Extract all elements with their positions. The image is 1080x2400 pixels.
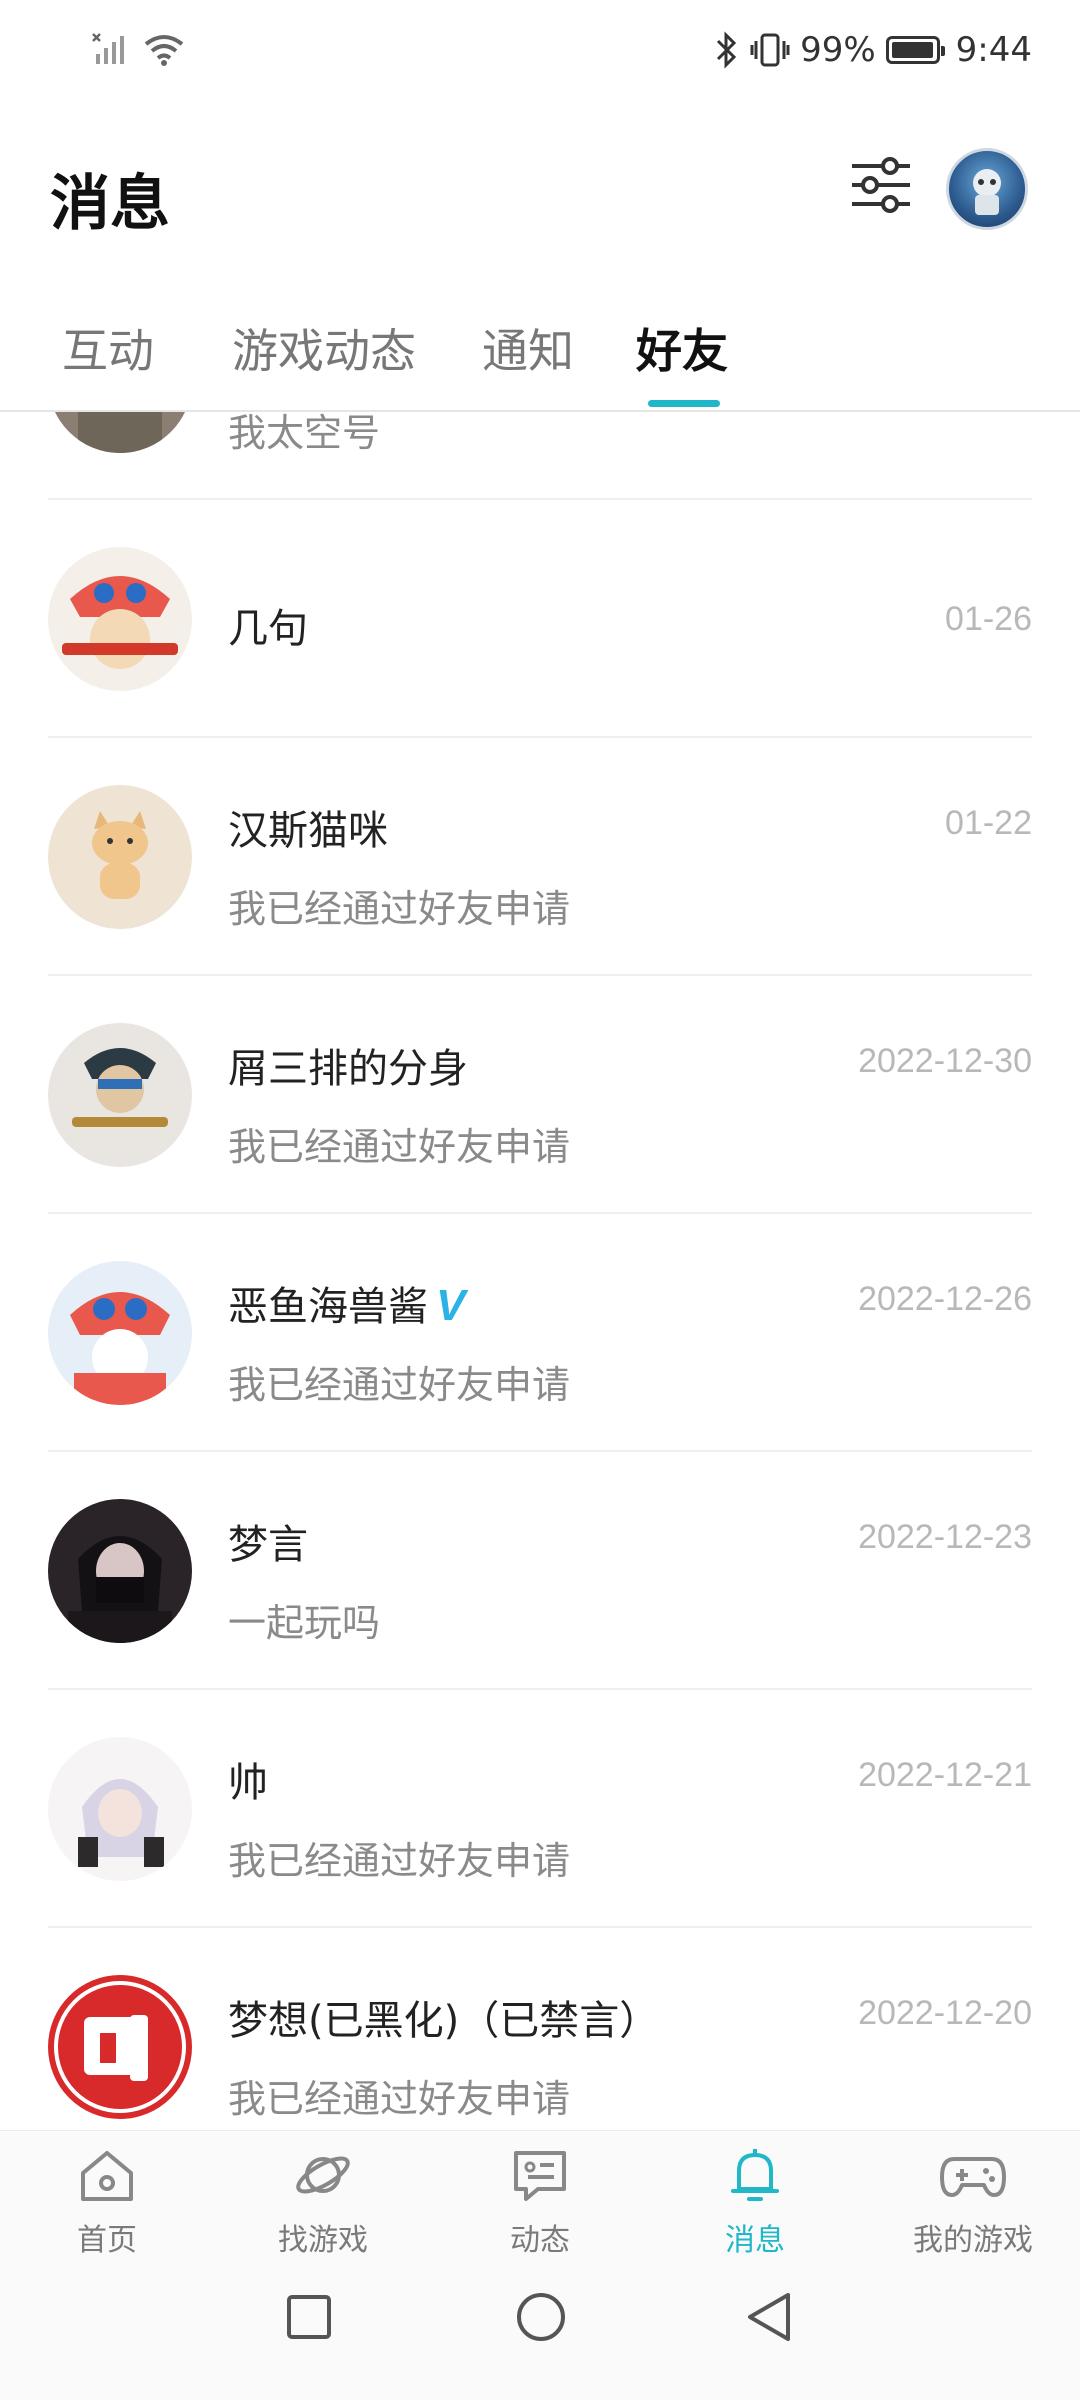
message-tabs: 互动 游戏动态 通知 好友 [0, 290, 1080, 412]
timestamp: 2022-12-26 [858, 1280, 1032, 1318]
avatar [48, 1975, 192, 2119]
nav-find-games-label: 找游戏 [278, 2223, 368, 2258]
nav-home-label: 首页 [77, 2223, 137, 2258]
verified-badge-icon: V [436, 1281, 466, 1330]
planet-icon [296, 2156, 350, 2194]
no-sim-signal-icon [92, 33, 124, 64]
bluetooth-icon [717, 31, 737, 69]
contact-name: 帅 [228, 1760, 268, 1806]
message-preview: 一起玩吗 [228, 1601, 381, 1645]
contact-name: 恶鱼海兽酱 V [228, 1274, 465, 1332]
system-navigation-bar [0, 2280, 1080, 2400]
avatar [48, 1499, 192, 1643]
avatar [48, 1023, 192, 1167]
list-item[interactable]: 帅 我已经通过好友申请 2022-12-21 [0, 1690, 1080, 1928]
contact-name: 汉斯猫咪 [228, 808, 388, 854]
vibrate-icon [750, 33, 790, 67]
nav-feed[interactable]: 动态 [455, 2143, 625, 2273]
avatar [48, 1261, 192, 1405]
nav-messages-label: 消息 [725, 2223, 785, 2258]
avatar [48, 785, 192, 929]
filter-button[interactable] [846, 150, 916, 220]
message-preview: 我已经通过好友申请 [228, 2077, 571, 2121]
list-item[interactable]: 梦想(已黑化)（已禁言） 我已经通过好友申请 2022-12-20 [0, 1928, 1080, 2130]
message-preview: 我已经通过好友申请 [228, 887, 571, 931]
tab-interaction[interactable]: 互动 [62, 315, 154, 381]
avatar [48, 547, 192, 691]
clock: 9:44 [955, 30, 1032, 70]
contact-name: 几句 [228, 606, 308, 652]
list-item[interactable]: 恶鱼海兽酱 V 我已经通过好友申请 2022-12-26 [0, 1214, 1080, 1452]
home-circle-icon[interactable] [514, 2290, 568, 2344]
status-right: 99% 9:44 [714, 30, 1032, 70]
timestamp: 2022-12-23 [858, 1518, 1032, 1556]
avatar [48, 412, 192, 453]
profile-avatar[interactable] [946, 148, 1028, 230]
timestamp: 2022-12-30 [858, 1042, 1032, 1080]
status-bar: 99% 9:44 [0, 0, 1080, 110]
timestamp: 01-26 [945, 600, 1032, 638]
list-item[interactable]: 梦言 一起玩吗 2022-12-23 [0, 1452, 1080, 1690]
timestamp: 01-22 [945, 804, 1032, 842]
tab-game-updates[interactable]: 游戏动态 [232, 315, 416, 381]
gamepad-icon [940, 2157, 1006, 2197]
message-preview: 我已经通过好友申请 [228, 1839, 571, 1883]
wifi-icon [144, 35, 184, 66]
message-preview: 我已经通过好友申请 [228, 1363, 571, 1407]
battery-icon [885, 36, 945, 64]
feed-icon [514, 2151, 566, 2201]
battery-level-fill [891, 42, 934, 58]
list-item[interactable]: 屑三排的分身 我已经通过好友申请 2022-12-30 [0, 976, 1080, 1214]
contact-name: 屑三排的分身 [228, 1046, 468, 1092]
page-title: 消息 [50, 169, 170, 239]
active-tab-indicator [648, 400, 720, 407]
tab-friends[interactable]: 好友 [636, 315, 728, 381]
contact-name: 梦想(已黑化)（已禁言） [228, 1998, 660, 2044]
list-item[interactable]: 汉斯猫咪 我已经通过好友申请 01-22 [0, 738, 1080, 976]
back-icon[interactable] [744, 2290, 794, 2344]
nav-home[interactable]: 首页 [22, 2143, 192, 2273]
list-item[interactable]: 几句 01-26 [0, 500, 1080, 738]
battery-percent: 99% [800, 30, 876, 70]
home-icon [81, 2151, 133, 2201]
nav-messages[interactable]: 消息 [670, 2143, 840, 2273]
timestamp: 2022-12-21 [858, 1756, 1032, 1794]
nav-find-games[interactable]: 找游戏 [238, 2143, 408, 2273]
app-header: 消息 [0, 110, 1080, 280]
nav-my-games-label: 我的游戏 [913, 2223, 1033, 2258]
nav-feed-label: 动态 [510, 2223, 570, 2258]
contact-name-text: 恶鱼海兽酱 [228, 1284, 428, 1330]
avatar [48, 1737, 192, 1881]
contact-name: 梦言 [228, 1522, 308, 1568]
bell-icon [731, 2149, 779, 2201]
sliders-icon [852, 157, 910, 213]
bottom-navigation: 首页 找游戏 动态 消息 我的游戏 [0, 2130, 1080, 2281]
recent-apps-icon[interactable] [284, 2292, 334, 2342]
message-preview: 我已经通过好友申请 [228, 1125, 571, 1169]
tab-notifications[interactable]: 通知 [482, 315, 574, 381]
avatar-image [973, 169, 1001, 215]
status-left [92, 32, 186, 66]
timestamp: 2022-12-20 [858, 1994, 1032, 2032]
nav-my-games[interactable]: 我的游戏 [888, 2143, 1058, 2273]
message-preview: 我太空号 [228, 412, 381, 455]
list-item[interactable]: 我太空号 [0, 412, 1080, 500]
friend-message-list: 我太空号 几句 01-26 汉斯猫咪 我已经通过好友申请 01-22 屑三排的分… [0, 412, 1080, 2130]
